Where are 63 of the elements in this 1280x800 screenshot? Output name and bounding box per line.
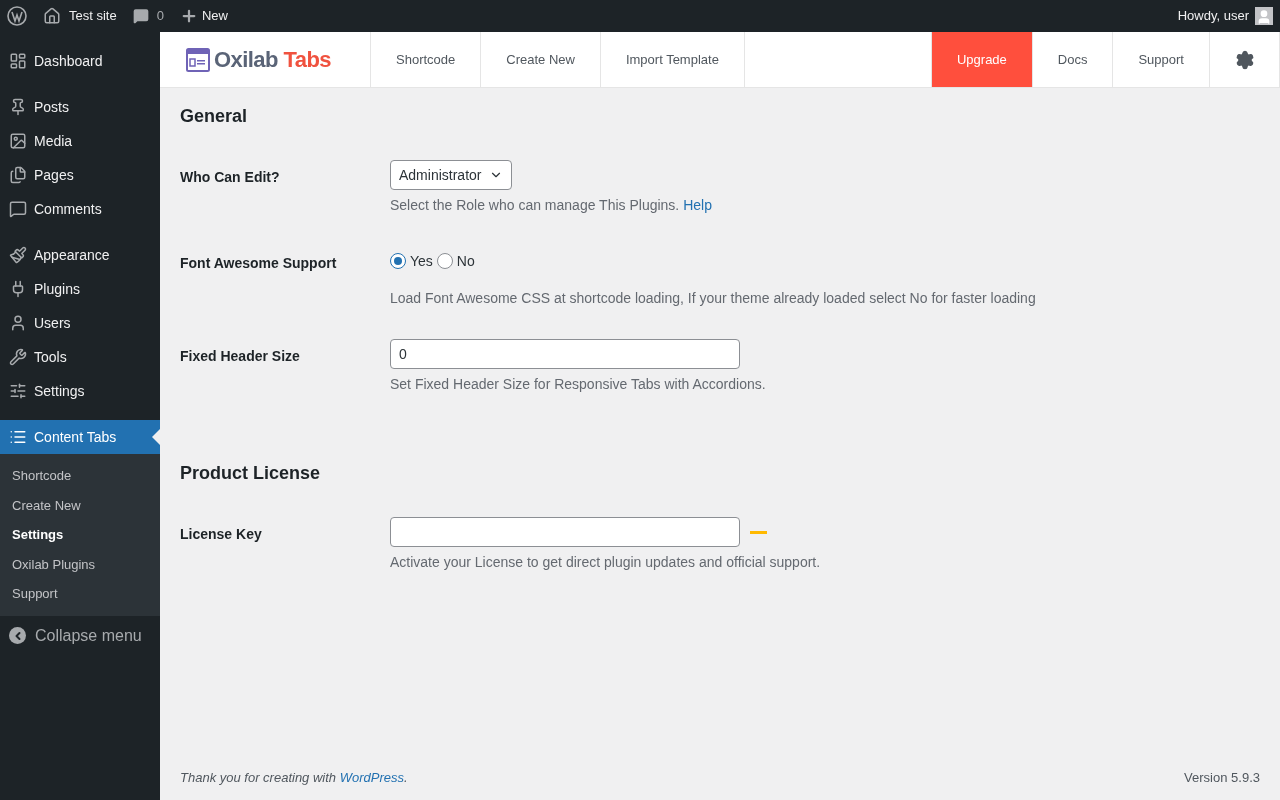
speech-bubble-icon[interactable] — [132, 8, 149, 24]
sidebar-item[interactable]: Users — [0, 306, 160, 340]
brush-icon — [9, 246, 27, 264]
sidebar-item[interactable]: Content Tabs — [0, 420, 160, 454]
wordpress-link[interactable]: WordPress — [339, 769, 404, 785]
sidebar-item[interactable]: Dashboard — [0, 44, 160, 78]
pin-icon — [9, 98, 27, 116]
submenu-item[interactable]: Shortcode — [0, 461, 160, 491]
section-title: Product License — [180, 462, 322, 485]
logo-icon — [186, 47, 210, 72]
field-label: Font Awesome Support — [180, 255, 337, 271]
list-icon — [9, 428, 27, 446]
role-select[interactable]: Administrator — [390, 160, 513, 190]
image-icon — [9, 132, 27, 150]
submenu-item[interactable]: Support — [0, 579, 160, 609]
collapse-menu-button[interactable]: Collapse menu — [0, 615, 160, 648]
speech-bubble-icon — [9, 200, 27, 218]
sidebar-item[interactable]: Posts — [0, 90, 160, 124]
settings-button[interactable] — [1209, 32, 1280, 87]
field-label: License Key — [180, 526, 262, 542]
sidebar-item[interactable]: Media — [0, 124, 160, 158]
radio-button[interactable] — [390, 253, 406, 269]
help-text: Load Font Awesome CSS at shortcode loading, If your theme already loaded select No for faster loading — [390, 289, 1036, 308]
dashboard-icon — [9, 52, 27, 70]
settings-icon — [1234, 49, 1255, 70]
collapse-icon — [9, 627, 26, 644]
sidebar-item[interactable]: Comments — [0, 192, 160, 226]
submenu-item[interactable]: Create New — [0, 490, 160, 520]
help-link[interactable]: Help — [683, 197, 712, 213]
pages-icon — [9, 166, 27, 184]
radio-button[interactable] — [436, 253, 453, 269]
new-link[interactable]: New — [201, 6, 228, 26]
user-icon — [9, 314, 27, 332]
status-dash-icon — [750, 530, 767, 534]
field-label: Who Can Edit? — [180, 169, 280, 185]
site-link[interactable]: Test site — [69, 6, 117, 26]
radio-option[interactable]: Yes — [390, 250, 433, 272]
text-field[interactable] — [390, 517, 740, 547]
text-field[interactable]: 0 — [390, 339, 740, 369]
sidebar-item[interactable]: Pages — [0, 158, 160, 192]
home-icon[interactable] — [43, 7, 61, 25]
submenu-item[interactable]: Oxilab Plugins — [0, 549, 160, 579]
radio-option[interactable]: No — [436, 250, 475, 272]
footer-period: . — [404, 769, 408, 785]
help-text: Select the Role who can manage This Plugins. Help — [390, 196, 712, 215]
sidebar-item[interactable]: Settings — [0, 374, 160, 408]
footer-text: Thank you for creating with WordPress. — [180, 768, 408, 787]
greeting-link[interactable]: Howdy, user — [1177, 6, 1249, 26]
sidebar-item[interactable]: Tools — [0, 340, 160, 374]
wordpress-logo-icon — [7, 6, 27, 26]
help-text: Activate your License to get direct plugin updates and official support. — [390, 553, 821, 572]
section-title: General — [180, 105, 249, 128]
logo-text: Oxilab Tabs — [214, 46, 332, 74]
field-label: Fixed Header Size — [180, 348, 300, 364]
sidebar-item[interactable]: Plugins — [0, 272, 160, 306]
submenu-item[interactable]: Settings — [0, 520, 160, 550]
comment-count[interactable]: 0 — [156, 6, 164, 26]
wrench-icon — [9, 348, 27, 366]
current-pointer-icon — [152, 429, 160, 445]
version-text: Version 5.9.3 — [1184, 768, 1260, 787]
sidebar-item[interactable]: Appearance — [0, 238, 160, 272]
sliders-icon — [9, 382, 27, 400]
help-text: Set Fixed Header Size for Responsive Tabs with Accordions. — [390, 375, 766, 394]
